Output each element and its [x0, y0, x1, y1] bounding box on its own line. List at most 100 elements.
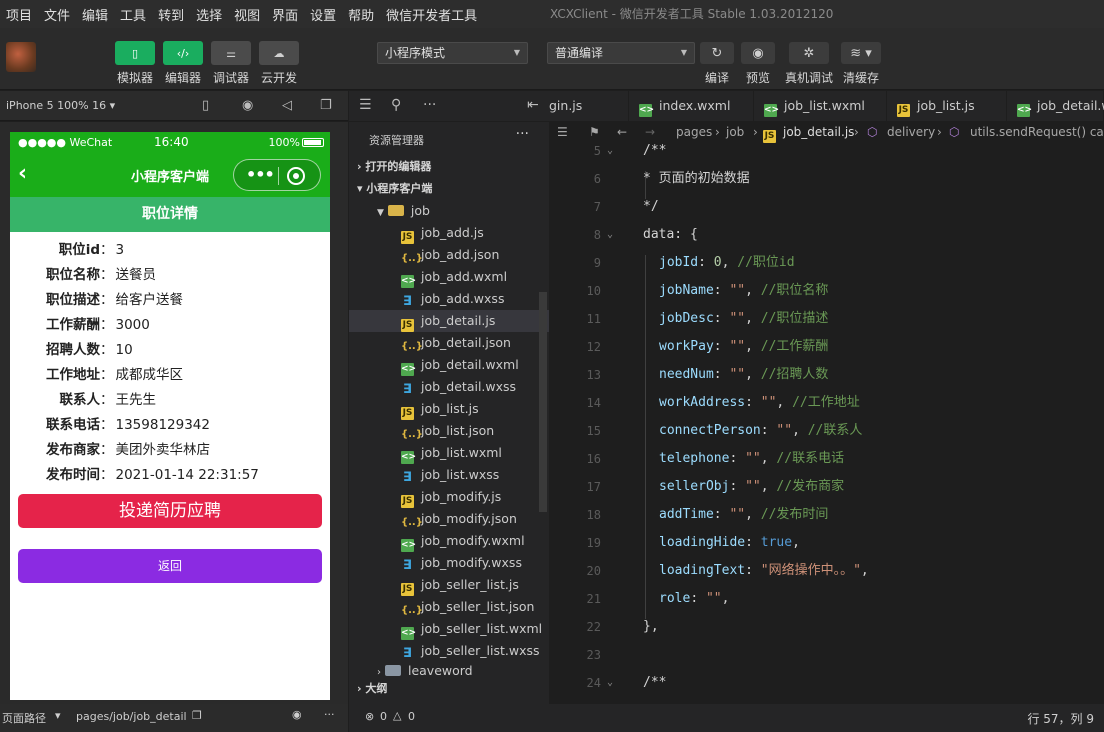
job-details: 职位id： 3 职位名称： 送餐员 职位描述： 给客户送餐 工作薪酬： 3000 招聘人…: [10, 238, 330, 488]
fold-chevron-icon[interactable]: ⌄: [607, 669, 613, 697]
tab-login-js[interactable]: gin.js: [549, 91, 629, 121]
file-item[interactable]: <> job_add.wxml: [349, 266, 549, 288]
wxml-file-icon: <>: [401, 627, 417, 640]
more-dots-icon[interactable]: •••: [246, 165, 275, 184]
folder-job[interactable]: ▼ job: [349, 200, 549, 222]
tab-job-list-js[interactable]: JS job_list.js: [887, 91, 1007, 121]
file-item[interactable]: <> job_list.wxml: [349, 442, 549, 464]
file-item[interactable]: {..}job_add.json: [349, 244, 549, 266]
compile-button[interactable]: ↻: [700, 42, 734, 64]
window-icon[interactable]: ❐: [320, 98, 332, 113]
open-editors-section[interactable]: › 打开的编辑器: [349, 156, 549, 178]
remote-debug-label: 真机调试: [784, 71, 833, 85]
menu-view[interactable]: 视图: [228, 5, 266, 24]
code-punct: :: [729, 479, 746, 494]
detail-value: 成都成华区: [115, 367, 184, 383]
project-avatar[interactable]: [6, 42, 36, 72]
code-line: 14 workAddress: "", //工作地址: [549, 389, 1104, 417]
detail-row: 工作薪酬： 3000: [10, 313, 330, 338]
menu-project[interactable]: 项目: [0, 5, 38, 24]
file-label: job_modify.js: [421, 489, 502, 504]
search-icon[interactable]: ⚲: [391, 97, 401, 113]
file-item[interactable]: ∃ job_modify.wxss: [349, 552, 549, 574]
more-icon[interactable]: ···: [516, 126, 529, 142]
compile-select[interactable]: 普通编译 ▼: [547, 42, 695, 64]
device-select[interactable]: iPhone 5 100% 16 ▾: [6, 99, 115, 112]
more-icon[interactable]: ···: [324, 708, 335, 721]
menu-goto[interactable]: 转到: [152, 5, 190, 24]
menu-devtools[interactable]: 微信开发者工具: [380, 5, 483, 24]
menu-select[interactable]: 选择: [190, 5, 228, 24]
file-item[interactable]: JS job_modify.js: [349, 486, 549, 508]
carrier-text: ●●●●● WeChat: [18, 136, 113, 149]
editor-button[interactable]: ‹/›: [163, 41, 203, 65]
fold-chevron-icon[interactable]: ⌄: [607, 221, 613, 249]
project-section[interactable]: ▾ 小程序客户端: [349, 178, 549, 200]
debugger-button[interactable]: ⚌: [211, 41, 251, 65]
fold-chevron-icon[interactable]: ⌄: [607, 137, 613, 165]
file-item[interactable]: JS job_list.js: [349, 398, 549, 420]
tab-job-list-wxml[interactable]: <> job_list.wxml: [754, 91, 887, 121]
error-icon[interactable]: ⊗: [365, 710, 374, 723]
code-line: 13 needNum: "", //招聘人数: [549, 361, 1104, 389]
file-item[interactable]: <> job_seller_list.wxml: [349, 618, 549, 640]
code-text: loadingHide: true,: [659, 529, 800, 557]
remote-debug-button[interactable]: ✲: [789, 42, 829, 64]
close-circle-icon[interactable]: [287, 167, 305, 185]
menu-list-icon[interactable]: ☰: [359, 97, 372, 113]
js-file-icon: JS: [401, 583, 414, 596]
menu-file[interactable]: 文件: [38, 5, 76, 24]
simulator-button[interactable]: ▯: [115, 41, 155, 65]
menu-interface[interactable]: 界面: [266, 5, 304, 24]
record-icon[interactable]: ◉: [242, 98, 253, 113]
phone-icon[interactable]: ▯: [202, 98, 209, 113]
code-editor[interactable]: 5 ⌄/** 6 * 页面的初始数据 7 */8 ⌄ data: {9 jobId: 0, …: [549, 143, 1104, 704]
file-item[interactable]: JS job_detail.js: [349, 310, 549, 332]
menu-settings[interactable]: 设置: [304, 5, 342, 24]
copy-icon[interactable]: ❐: [192, 709, 202, 722]
tab-index-wxml[interactable]: <> index.wxml: [629, 91, 754, 121]
preview-button[interactable]: ◉: [741, 42, 775, 64]
file-item[interactable]: JS job_seller_list.js: [349, 574, 549, 596]
file-item[interactable]: <> job_modify.wxml: [349, 530, 549, 552]
code-line: 15 connectPerson: "", //联系人: [549, 417, 1104, 445]
file-item[interactable]: JS job_add.js: [349, 222, 549, 244]
menu-edit[interactable]: 编辑: [76, 5, 114, 24]
file-item[interactable]: {..}job_list.json: [349, 420, 549, 442]
cursor-position[interactable]: 行 57，列 9: [1027, 710, 1094, 727]
split-icon[interactable]: ⇤: [527, 97, 539, 113]
detail-label: 职位id: [58, 242, 100, 258]
mode-select[interactable]: 小程序模式 ▼: [377, 42, 528, 64]
detail-value: 10: [115, 342, 133, 358]
apply-resume-button[interactable]: 投递简历应聘: [18, 494, 322, 528]
file-item[interactable]: {..}job_modify.json: [349, 508, 549, 530]
file-item[interactable]: ∃ job_add.wxss: [349, 288, 549, 310]
detail-label: 招聘人数: [46, 342, 100, 358]
menu-tools[interactable]: 工具: [114, 5, 152, 24]
detail-colon: ：: [100, 267, 114, 283]
warning-icon[interactable]: △: [393, 709, 401, 722]
more-icon[interactable]: ···: [423, 97, 436, 113]
file-item[interactable]: <> job_detail.wxml: [349, 354, 549, 376]
outline-section[interactable]: › 大纲: [349, 678, 549, 700]
file-item[interactable]: {..}job_detail.json: [349, 332, 549, 354]
file-item[interactable]: ∃ job_detail.wxss: [349, 376, 549, 398]
page-path-label[interactable]: 页面路径: [2, 710, 46, 726]
file-item[interactable]: {..}job_seller_list.json: [349, 596, 549, 618]
tab-job-detail[interactable]: <> job_detail.w: [1007, 91, 1104, 121]
detail-value: 3: [115, 242, 125, 258]
code-punct: :: [760, 423, 777, 438]
battery-icon: [302, 138, 324, 147]
code-key: jobName: [659, 283, 714, 298]
eye-icon[interactable]: ◉: [292, 708, 302, 721]
menu-help[interactable]: 帮助: [342, 5, 380, 24]
back-button[interactable]: 返回: [18, 549, 322, 583]
file-item[interactable]: ∃ job_seller_list.wxss: [349, 640, 549, 662]
cloud-button[interactable]: ☁: [259, 41, 299, 65]
wxss-file-icon: ∃: [403, 470, 412, 485]
explorer-scrollbar[interactable]: [539, 292, 547, 512]
clear-cache-button[interactable]: ≋ ▾: [841, 42, 881, 64]
file-item[interactable]: ∃ job_list.wxss: [349, 464, 549, 486]
volume-icon[interactable]: ◁: [282, 98, 292, 113]
compile-label: 编译: [704, 71, 729, 85]
